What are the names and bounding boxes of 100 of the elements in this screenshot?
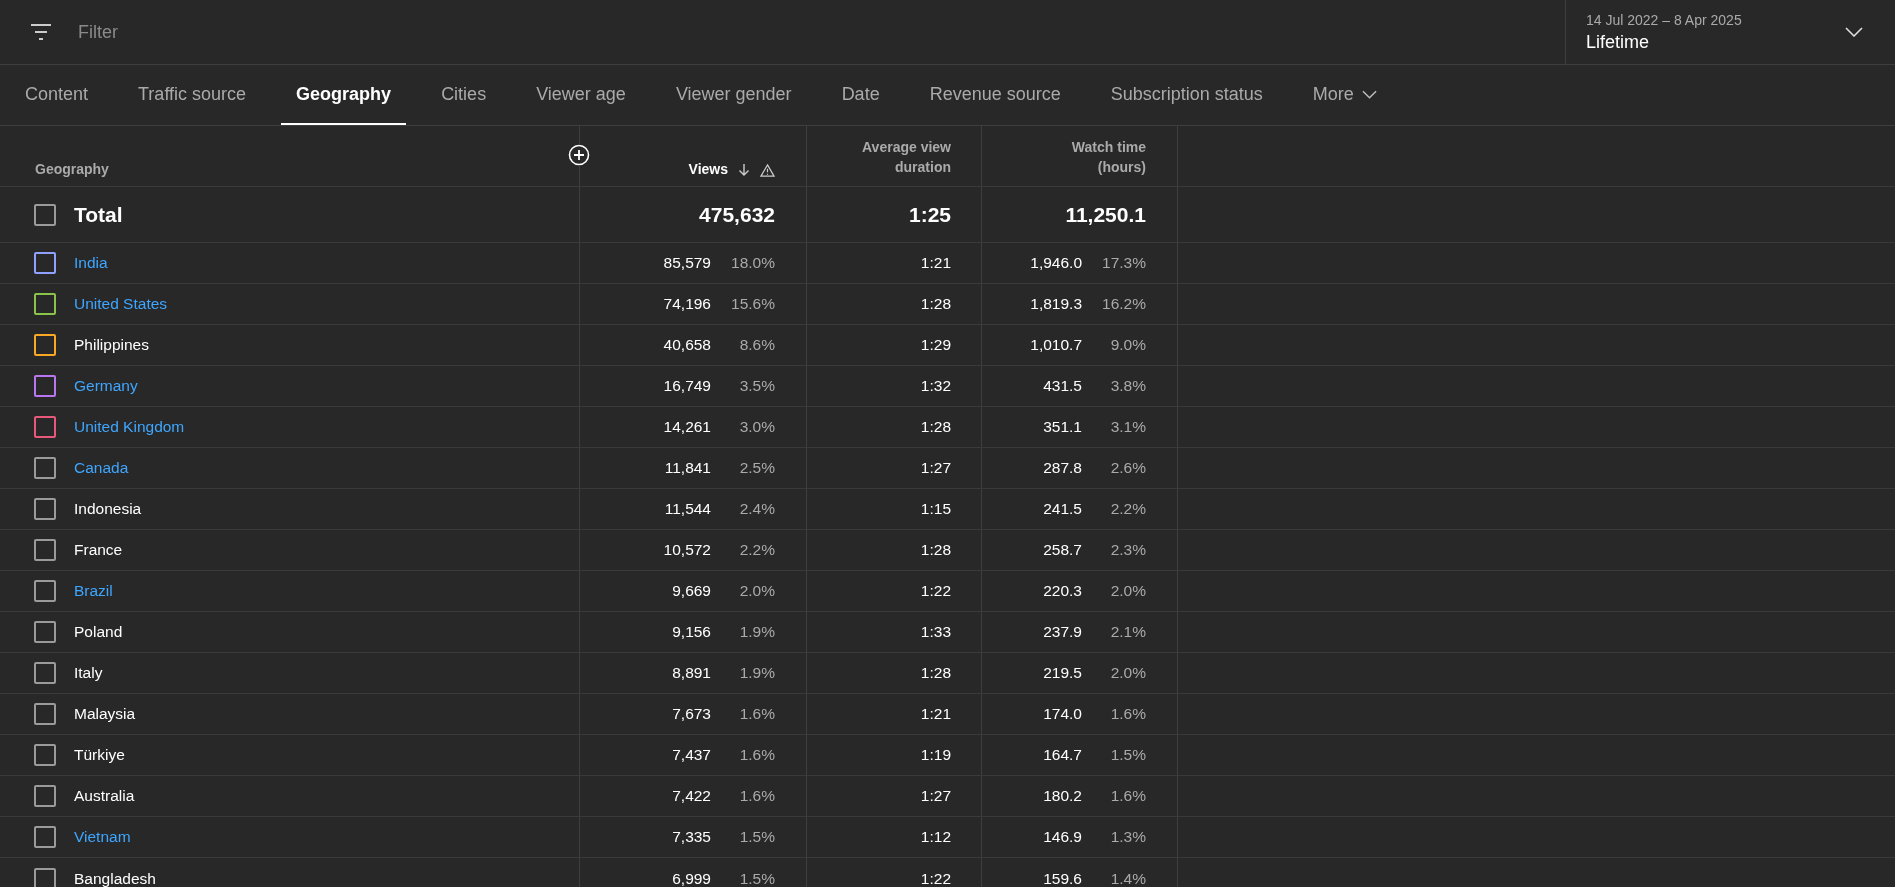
table-cell-text: 1.3% <box>1109 828 1146 846</box>
tab[interactable]: Traffic source <box>123 65 262 125</box>
table-cell: 1:22 <box>920 582 951 600</box>
table-cell: 11,841 <box>664 459 711 477</box>
country-link[interactable]: Brazil <box>74 582 113 600</box>
table-cell-text: 2.3% <box>1109 541 1146 559</box>
country-link[interactable]: United States <box>74 295 168 313</box>
tab[interactable]: More <box>1297 65 1392 125</box>
checkbox[interactable] <box>34 539 56 561</box>
checkbox[interactable] <box>34 293 56 315</box>
checkbox[interactable] <box>34 375 56 397</box>
country-name: Indonesia <box>74 500 142 518</box>
country-link[interactable]: Canada <box>74 459 129 477</box>
checkbox[interactable] <box>34 703 56 725</box>
checkbox[interactable] <box>34 744 56 766</box>
table-cell: 16,749 <box>663 377 711 395</box>
table-cell-text: 3.8% <box>1109 377 1146 395</box>
table-cell-text: 16.2% <box>1101 295 1146 313</box>
column-header[interactable]: Views <box>688 161 728 177</box>
table-cell-text: 2.5% <box>738 459 775 477</box>
total-average-duration: 1:25 <box>908 202 951 227</box>
table-cell-text: 1.5% <box>738 828 775 846</box>
table-cell: 431.5 <box>1043 377 1082 395</box>
filter-icon[interactable] <box>29 23 53 41</box>
table-cell: 7,335 <box>672 828 711 846</box>
table-cell-text: 1.4% <box>1109 869 1146 887</box>
table-cell: 1,010.7 <box>1030 336 1082 354</box>
checkbox[interactable] <box>34 785 56 807</box>
checkbox[interactable] <box>34 416 56 438</box>
table-cell: 1:21 <box>920 705 951 723</box>
tab[interactable]: Viewer age <box>521 65 641 125</box>
table-cell: 1,819.3 <box>1030 295 1082 313</box>
table-cell: 1:12 <box>920 828 951 846</box>
table-cell: 6,999 <box>672 869 711 887</box>
checkbox[interactable] <box>34 826 56 848</box>
table-cell-text: 15.6% <box>730 295 775 313</box>
table-cell-text: 2.1% <box>1109 623 1146 641</box>
table-cell-text: 1.9% <box>738 623 775 641</box>
country-link[interactable]: India <box>74 254 108 272</box>
table-cell-text: 2.0% <box>738 582 775 600</box>
table-cell: 1:28 <box>920 541 951 559</box>
date-range-selector[interactable]: 14 Jul 2022 – 8 Apr 2025 Lifetime <box>1565 0 1895 64</box>
checkbox[interactable] <box>34 334 56 356</box>
column-header: Geography <box>35 161 109 177</box>
tab[interactable]: Geography <box>281 65 407 125</box>
table-cell: 1,946.0 <box>1030 254 1082 272</box>
checkbox[interactable] <box>34 252 56 274</box>
table-cell: 237.9 <box>1043 623 1082 641</box>
checkbox[interactable] <box>34 498 56 520</box>
total-watch-time: 11,250.1 <box>1065 202 1146 227</box>
table-cell: 164.7 <box>1043 746 1082 764</box>
table-cell: 1:29 <box>920 336 951 354</box>
tab[interactable]: Subscription status <box>1095 65 1278 125</box>
chevron-down-icon <box>1845 27 1863 37</box>
country-name: Australia <box>74 787 135 805</box>
table-cell: 9,156 <box>672 623 711 641</box>
filter-field[interactable]: Filter <box>76 20 380 44</box>
country-name: Poland <box>74 623 123 641</box>
table-cell: 1:22 <box>920 869 951 887</box>
table-cell: 1:21 <box>920 254 951 272</box>
add-column-icon[interactable] <box>568 144 590 166</box>
checkbox[interactable] <box>34 580 56 602</box>
column-header[interactable]: Average view duration <box>851 137 951 177</box>
checkbox[interactable] <box>34 457 56 479</box>
table-cell-text: 2.0% <box>1109 664 1146 682</box>
tab[interactable]: Viewer gender <box>660 65 807 125</box>
checkbox[interactable] <box>34 662 56 684</box>
tab[interactable]: Content <box>10 65 104 125</box>
checkbox[interactable] <box>34 621 56 643</box>
table-cell: 180.2 <box>1043 787 1082 805</box>
table-cell: 7,437 <box>672 746 711 764</box>
table-cell: 74,196 <box>663 295 711 313</box>
table-cell: 159.6 <box>1043 869 1082 887</box>
tab[interactable]: Date <box>826 65 895 125</box>
table-cell: 258.7 <box>1043 541 1082 559</box>
table-cell-text: 8.6% <box>738 336 775 354</box>
country-name: Türkiye <box>74 746 125 764</box>
country-link[interactable]: Vietnam <box>74 828 131 846</box>
sort-down-arrow-icon[interactable] <box>738 163 750 177</box>
table-cell: 8,891 <box>672 664 711 682</box>
country-name: France <box>74 541 123 559</box>
tab[interactable]: Cities <box>426 65 502 125</box>
table-cell: 219.5 <box>1043 664 1082 682</box>
country-name: Italy <box>74 664 103 682</box>
tab[interactable]: Revenue source <box>914 65 1076 125</box>
country-name: Bangladesh <box>74 869 156 887</box>
table-cell: 351.1 <box>1043 418 1082 436</box>
table-cell: 287.8 <box>1043 459 1082 477</box>
table-cell-text: 9.0% <box>1109 336 1146 354</box>
table-cell: 10,572 <box>663 541 711 559</box>
column-header[interactable]: Watch time (hours) <box>1066 137 1146 177</box>
country-link[interactable]: United Kingdom <box>74 418 185 436</box>
table-cell-text: 1.5% <box>1109 746 1146 764</box>
checkbox[interactable] <box>34 203 56 226</box>
checkbox[interactable] <box>34 867 56 887</box>
country-link[interactable]: Germany <box>74 377 138 395</box>
table-cell: 14,261 <box>663 418 711 436</box>
table-cell: 1:33 <box>920 623 951 641</box>
table-cell: 1:28 <box>920 664 951 682</box>
table-cell-text: 2.6% <box>1109 459 1146 477</box>
